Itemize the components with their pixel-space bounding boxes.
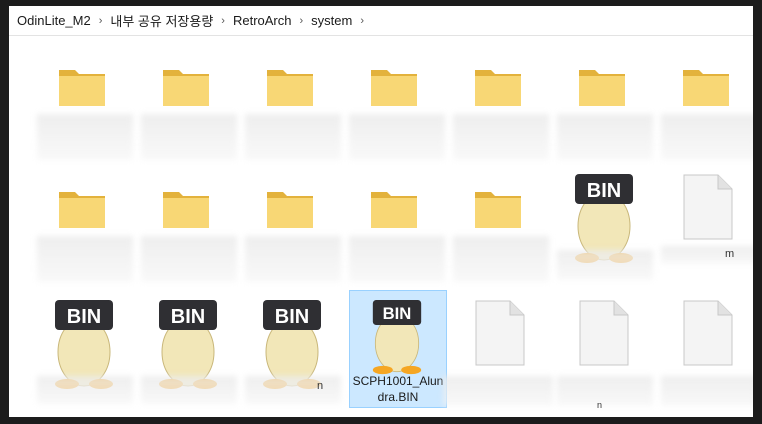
folder-icon — [579, 70, 625, 106]
bin-file-item[interactable]: BIN — [553, 164, 653, 282]
bin-file-item[interactable]: BIN — [137, 290, 237, 408]
folder-item[interactable] — [345, 46, 445, 164]
chevron-right-icon[interactable]: › — [358, 15, 366, 27]
folder-item[interactable] — [449, 46, 549, 164]
blurred-filename — [349, 114, 445, 160]
blurred-filename — [661, 114, 753, 160]
folder-icon — [475, 192, 521, 228]
folder-icon — [683, 70, 729, 106]
breadcrumb-item-system[interactable]: system — [305, 13, 358, 28]
blurred-filename — [37, 376, 133, 404]
folder-item[interactable] — [241, 168, 341, 286]
folder-item[interactable] — [33, 46, 133, 164]
folder-item[interactable] — [553, 46, 653, 164]
folder-item[interactable] — [657, 46, 753, 164]
bin-badge-text: BIN — [587, 180, 621, 202]
folder-icon — [163, 70, 209, 106]
partial-filename-text: n — [597, 400, 603, 410]
folder-icon — [475, 70, 521, 106]
folder-icon — [163, 192, 209, 228]
bin-file-icon: BIN — [372, 300, 422, 375]
bin-badge-text: BIN — [67, 306, 101, 328]
file-name: SCPH1001_Alundra.BIN — [352, 374, 444, 404]
blurred-filename — [141, 236, 237, 282]
partial-filename-text: n — [317, 380, 324, 392]
blurred-filename — [245, 236, 341, 282]
explorer-window: OdinLite_M2 › 내부 공유 저장용량 › RetroArch › s… — [9, 6, 753, 417]
file-item[interactable]: m — [657, 164, 753, 282]
blurred-filename — [557, 114, 653, 160]
document-icon — [579, 300, 629, 366]
blurred-filename — [349, 236, 445, 282]
blurred-filename — [37, 114, 133, 160]
folder-item[interactable] — [137, 168, 237, 286]
blurred-filename — [245, 376, 341, 404]
bin-file-item-selected[interactable]: BIN SCPH1001_Alundra.BIN — [349, 290, 447, 408]
bin-badge-text: BIN — [275, 306, 309, 328]
blurred-filename — [141, 114, 237, 160]
blurred-filename — [557, 376, 653, 406]
folder-item[interactable] — [345, 168, 445, 286]
breadcrumb: OdinLite_M2 › 내부 공유 저장용량 › RetroArch › s… — [9, 6, 753, 36]
bin-badge-text: BIN — [383, 304, 412, 323]
folder-item[interactable] — [449, 168, 549, 286]
blurred-filename — [453, 236, 549, 282]
folder-icon — [371, 192, 417, 228]
file-item[interactable] — [443, 290, 553, 408]
bin-file-item[interactable]: BIN n — [241, 290, 341, 408]
chevron-right-icon[interactable]: › — [219, 15, 227, 27]
folder-icon — [371, 70, 417, 106]
blurred-filename — [37, 236, 133, 282]
blurred-filename — [245, 114, 341, 160]
file-item[interactable]: n — [553, 290, 653, 410]
breadcrumb-item-device[interactable]: OdinLite_M2 — [11, 13, 97, 28]
blurred-filename — [443, 376, 553, 406]
blurred-filename — [557, 250, 653, 280]
folder-item[interactable] — [241, 46, 341, 164]
folder-icon — [59, 70, 105, 106]
folder-item[interactable] — [137, 46, 237, 164]
bin-file-item[interactable]: BIN — [33, 290, 133, 408]
breadcrumb-item-storage[interactable]: 내부 공유 저장용량 — [104, 11, 219, 30]
blurred-filename — [141, 376, 237, 404]
file-grid: BIN m BIN BIN BIN n BIN SCPH1001_Alundra… — [33, 46, 753, 416]
chevron-right-icon[interactable]: › — [298, 15, 306, 27]
blurred-filename — [661, 246, 753, 264]
chevron-right-icon[interactable]: › — [97, 15, 105, 27]
blurred-filename — [661, 376, 753, 406]
bin-badge-text: BIN — [171, 306, 205, 328]
folder-icon — [267, 70, 313, 106]
document-icon — [683, 174, 733, 240]
folder-icon — [59, 192, 105, 228]
folder-icon — [267, 192, 313, 228]
breadcrumb-item-retroarch[interactable]: RetroArch — [227, 13, 298, 28]
file-item[interactable] — [657, 290, 753, 408]
partial-filename-text: m — [725, 248, 735, 260]
document-icon — [683, 300, 733, 366]
folder-item[interactable] — [33, 168, 133, 286]
document-icon — [475, 300, 525, 366]
blurred-filename — [453, 114, 549, 160]
